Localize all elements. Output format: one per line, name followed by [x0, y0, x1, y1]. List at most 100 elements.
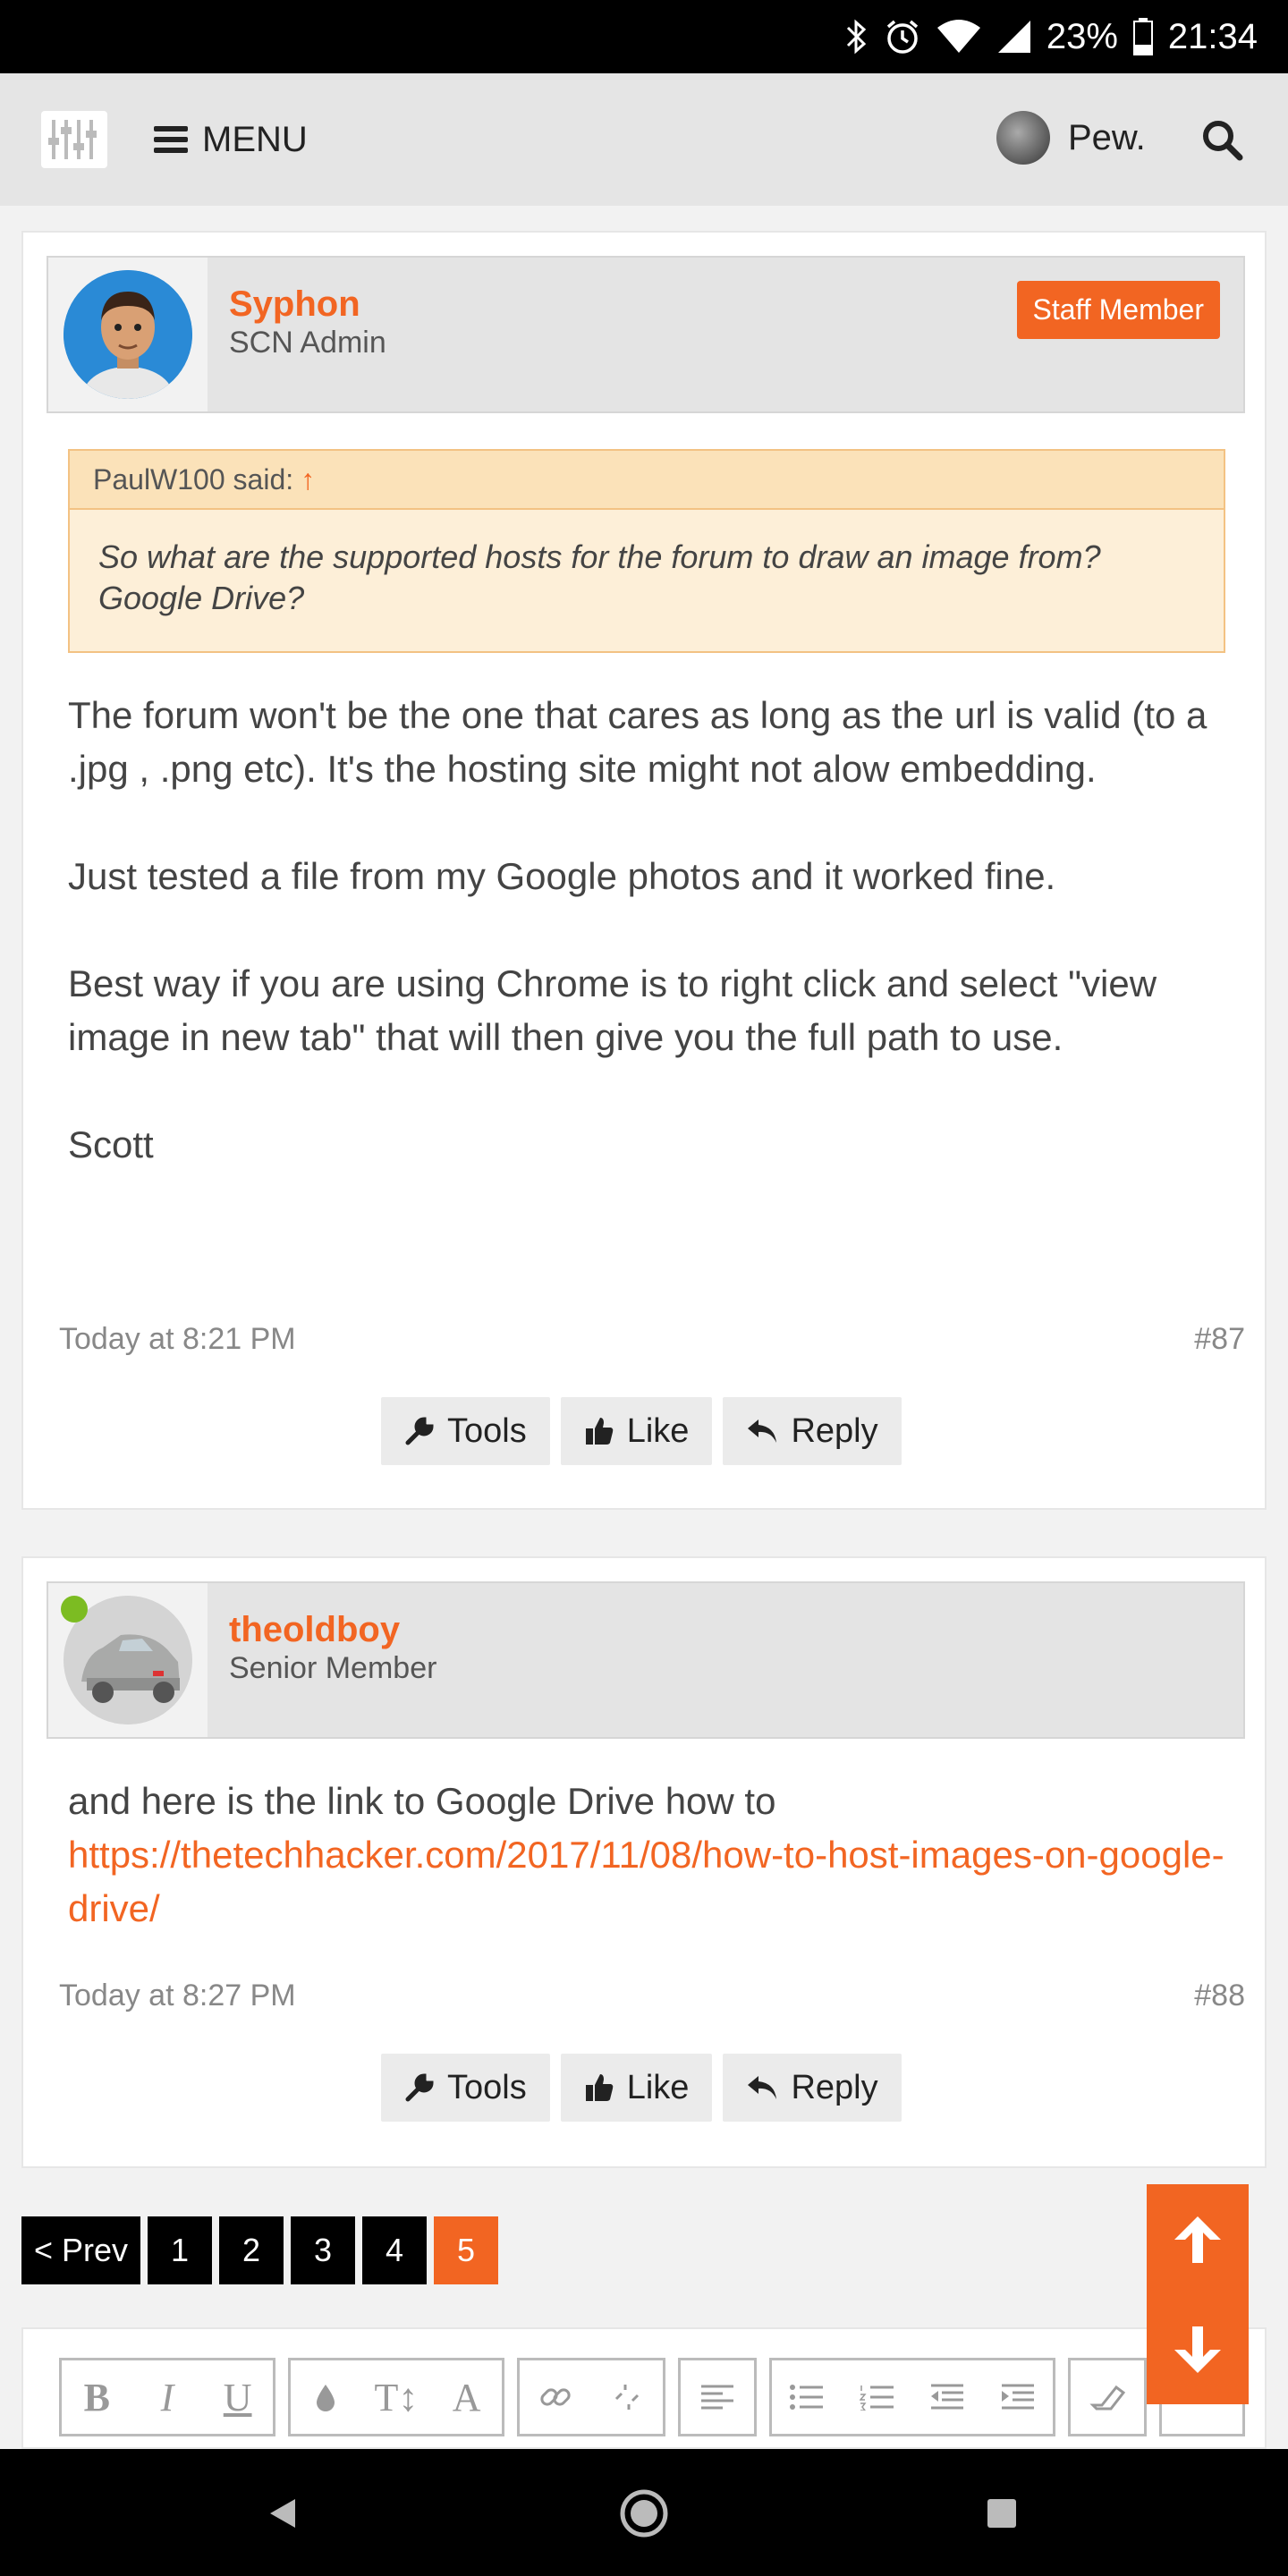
italic-button[interactable]: I [132, 2363, 202, 2431]
avatar[interactable] [64, 270, 192, 399]
quote-author: PaulW100 said: [93, 462, 294, 496]
unlink-icon [614, 2385, 640, 2410]
post-88: theoldboy Senior Member and here is the … [21, 1556, 1267, 2168]
unlink-button[interactable] [592, 2363, 662, 2431]
text-style-group: B I U [59, 2358, 275, 2436]
avatar-cell [48, 1583, 208, 1737]
quote-text: So what are the supported hosts for the … [70, 510, 1224, 651]
reply-label: Reply [791, 2068, 878, 2106]
wrench-icon [405, 2073, 434, 2102]
page-1-button[interactable]: 1 [148, 2216, 213, 2284]
clock: 21:34 [1167, 16, 1258, 56]
hamburger-icon [154, 126, 188, 153]
numbered-list-button[interactable] [843, 2363, 912, 2431]
outdent-icon [931, 2384, 964, 2410]
remove-format-button[interactable] [1072, 2363, 1142, 2431]
post-date[interactable]: Today at 8:21 PM [59, 1322, 296, 1357]
clear-group [1068, 2358, 1147, 2436]
search-button[interactable] [1199, 116, 1247, 165]
droplet-icon [317, 2385, 335, 2411]
arrow-down-icon [1174, 2326, 1221, 2373]
message-text: and here is the link to Google Drive how… [68, 1780, 776, 1822]
bold-button[interactable]: B [62, 2363, 131, 2431]
indent-button[interactable] [983, 2363, 1053, 2431]
battery-icon [1132, 18, 1154, 55]
recents-button[interactable] [975, 2487, 1029, 2540]
outdent-button[interactable] [912, 2363, 982, 2431]
battery-percent: 23% [1046, 16, 1118, 56]
link-button[interactable] [521, 2363, 590, 2431]
site-logo[interactable] [41, 111, 107, 168]
font-family-button[interactable]: A [432, 2363, 502, 2431]
post-date[interactable]: Today at 8:27 PM [59, 1979, 296, 2013]
online-indicator [61, 1596, 88, 1623]
prev-page-button[interactable]: < Prev [21, 2216, 141, 2284]
page-2-button[interactable]: 2 [219, 2216, 284, 2284]
font-size-button[interactable]: T↕ [361, 2363, 431, 2431]
align-group [678, 2358, 757, 2436]
username[interactable]: theoldboy [229, 1610, 400, 1650]
user-title: SCN Admin [229, 326, 386, 360]
bullet-list-icon [790, 2385, 824, 2410]
message-paragraph: Just tested a file from my Google photos… [68, 855, 1056, 897]
bullet-list-button[interactable] [772, 2363, 842, 2431]
post-number[interactable]: #87 [1194, 1322, 1245, 1357]
like-button[interactable]: Like [560, 1397, 713, 1465]
post-number[interactable]: #88 [1194, 1979, 1245, 2013]
indent-icon [1001, 2384, 1034, 2410]
menu-label: MENU [202, 119, 308, 159]
like-button[interactable]: Like [560, 2054, 713, 2122]
home-circle-icon [620, 2489, 668, 2538]
list-group [769, 2358, 1055, 2436]
page-5-current[interactable]: 5 [434, 2216, 499, 2284]
tools-button[interactable]: Tools [381, 1397, 550, 1465]
post-author-block: theoldboy Senior Member [47, 1581, 1245, 1739]
like-label: Like [626, 1411, 690, 1450]
quote-block: PaulW100 said: ↑ So what are the support… [68, 449, 1225, 653]
font-group: T↕ A [288, 2358, 504, 2436]
page-3-button[interactable]: 3 [291, 2216, 356, 2284]
reply-icon [748, 2076, 777, 2099]
underline-button[interactable]: U [203, 2363, 273, 2431]
message-link[interactable]: https://thetechhacker.com/2017/11/08/how… [68, 1834, 1224, 1929]
reply-button[interactable]: Reply [723, 1397, 902, 1465]
tools-button[interactable]: Tools [381, 2054, 550, 2122]
recents-square-icon [987, 2499, 1016, 2528]
user-title: Senior Member [229, 1651, 437, 1685]
reply-button[interactable]: Reply [723, 2054, 902, 2122]
pagination: < Prev 1 2 3 4 5 [21, 2216, 499, 2284]
arrow-up-icon [1174, 2216, 1221, 2263]
page-4-button[interactable]: 4 [362, 2216, 428, 2284]
scroll-controls [1147, 2184, 1249, 2404]
link-group [517, 2358, 665, 2436]
status-bar: 23% 21:34 [0, 0, 1288, 73]
thumbs-up-icon [585, 2074, 613, 2101]
post-actions: Tools Like Reply [381, 2054, 902, 2122]
quote-header: PaulW100 said: ↑ [70, 451, 1224, 510]
alarm-icon [884, 18, 921, 55]
post-author-block: Syphon SCN Admin Staff Member [47, 256, 1245, 413]
system-nav-bar [0, 2449, 1288, 2576]
quote-source-link[interactable]: ↑ [301, 463, 315, 496]
top-navigation: MENU Pew. [0, 73, 1288, 206]
link-icon [540, 2388, 571, 2406]
staff-badge: Staff Member [1016, 281, 1220, 339]
back-button[interactable] [256, 2487, 309, 2540]
signal-icon [996, 19, 1032, 55]
message-paragraph: Scott [68, 1123, 154, 1165]
message-paragraph: Best way if you are using Chrome is to r… [68, 962, 1157, 1058]
message-paragraph: The forum won't be the one that cares as… [68, 694, 1208, 790]
color-button[interactable] [291, 2363, 360, 2431]
scroll-top-button[interactable] [1147, 2184, 1249, 2294]
status-icons: 23% 21:34 [844, 0, 1258, 73]
scroll-bottom-button[interactable] [1147, 2294, 1249, 2404]
home-button[interactable] [617, 2487, 671, 2540]
align-left-icon [701, 2385, 733, 2410]
user-menu[interactable]: Pew. [996, 111, 1146, 165]
menu-button[interactable]: MENU [154, 113, 308, 166]
tools-label: Tools [447, 1411, 527, 1450]
align-button[interactable] [682, 2363, 752, 2431]
bluetooth-icon [844, 19, 869, 55]
username[interactable]: Syphon [229, 284, 360, 325]
user-name: Pew. [1068, 117, 1146, 157]
